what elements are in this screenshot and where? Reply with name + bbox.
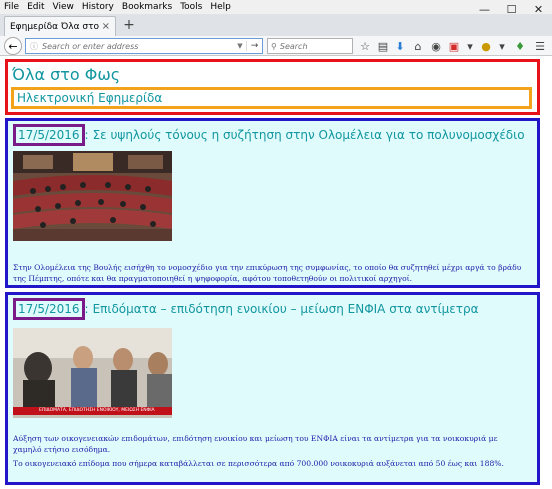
history-dropdown-icon[interactable]: ▼ bbox=[234, 42, 246, 50]
article-2-body-2: Το οικογενειακό επίδομα που σήμερα καταβ… bbox=[13, 459, 504, 468]
addon-shield-icon[interactable]: ● bbox=[478, 38, 494, 54]
search-icon: ⚲ bbox=[271, 41, 277, 51]
tab-strip: Εφημερίδα Όλα στο Φως × + bbox=[0, 14, 552, 36]
back-arrow-icon: ← bbox=[8, 39, 18, 53]
extension-icon[interactable]: ♦ bbox=[512, 38, 528, 54]
parliament-photo bbox=[13, 151, 172, 241]
menu-history[interactable]: History bbox=[82, 2, 114, 12]
article-1-body: Στην Ολομέλεια της Βουλής εισήχθη το νομ… bbox=[13, 263, 522, 283]
url-bar[interactable]: ⓘ ▼ → bbox=[25, 38, 263, 54]
hamburger-menu-icon[interactable]: ☰ bbox=[532, 38, 548, 54]
article-1-date: 17/5/2016 bbox=[13, 124, 85, 146]
tab-title: Εφημερίδα Όλα στο Φως bbox=[10, 21, 102, 32]
article-1-title: Σε υψηλούς τόνους η συζήτηση στην Ολομέλ… bbox=[92, 128, 525, 142]
url-input[interactable] bbox=[42, 41, 234, 51]
article-2: 17/5/2016 : Επιδόματα – επιδότηση ενοικί… bbox=[5, 292, 540, 485]
menu-bar: File Edit View History Bookmarks Tools H… bbox=[0, 0, 552, 14]
article-1: 17/5/2016 : Σε υψηλούς τόνους η συζήτηση… bbox=[5, 118, 540, 288]
menu-edit[interactable]: Edit bbox=[27, 2, 44, 12]
menu-view[interactable]: View bbox=[53, 2, 74, 12]
site-title: Όλα στο Φως bbox=[12, 65, 121, 84]
news-ticker: ΕΠΙΔΟΜΑΤΑ, ΕΠΙΔΟΤΗΣΗ ΕΝΟΙΚΙΟΥ, ΜΕΙΩΣΗ ΕΝ… bbox=[13, 407, 172, 415]
reading-list-icon[interactable]: ▤ bbox=[375, 38, 391, 54]
article-2-body-1: Αύξηση των οικογενειακών επιδομάτων, επι… bbox=[13, 434, 498, 454]
bookmark-star-icon[interactable]: ☆ bbox=[357, 38, 373, 54]
tab-active[interactable]: Εφημερίδα Όλα στο Φως × bbox=[4, 16, 116, 36]
article-1-colon: : bbox=[84, 128, 89, 142]
tab-close-icon[interactable]: × bbox=[102, 21, 110, 32]
search-input[interactable] bbox=[279, 41, 340, 51]
addon-dropdown-2-icon[interactable]: ▾ bbox=[494, 38, 510, 54]
menu-tools[interactable]: Tools bbox=[180, 2, 202, 12]
home-icon[interactable]: ⌂ bbox=[410, 38, 426, 54]
site-info-icon[interactable]: ⓘ bbox=[30, 41, 38, 52]
addon-dropdown-icon[interactable]: ▾ bbox=[462, 38, 478, 54]
page-content: Όλα στο Φως Ηλεκτρονική Εφημερίδα 17/5/2… bbox=[0, 56, 552, 489]
menu-file[interactable]: File bbox=[4, 2, 19, 12]
search-bar[interactable]: ⚲ bbox=[267, 38, 353, 54]
article-2-date: 17/5/2016 bbox=[13, 298, 85, 320]
subtitle-box: Ηλεκτρονική Εφημερίδα bbox=[11, 87, 532, 109]
addon-s-icon[interactable]: ▣ bbox=[446, 38, 462, 54]
site-header: Όλα στο Φως Ηλεκτρονική Εφημερίδα bbox=[5, 59, 540, 115]
back-button[interactable]: ← bbox=[4, 37, 22, 55]
navigation-bar: ← ⓘ ▼ → ⚲ ☆ ▤ ⬇ ⌂ ◉ ▣ ▾ ● ▾ ♦ ☰ bbox=[0, 36, 552, 56]
go-arrow-icon[interactable]: → bbox=[246, 41, 262, 51]
crowd-photo-image bbox=[13, 328, 172, 418]
pocket-icon[interactable]: ◉ bbox=[428, 38, 444, 54]
site-subtitle: Ηλεκτρονική Εφημερίδα bbox=[17, 91, 163, 105]
downloads-icon[interactable]: ⬇ bbox=[392, 38, 408, 54]
article-2-title: Επιδόματα – επιδότηση ενοικίου – μείωση … bbox=[92, 302, 479, 316]
new-tab-button[interactable]: + bbox=[121, 17, 137, 33]
article-1-headline: 17/5/2016 : Σε υψηλούς τόνους η συζήτηση… bbox=[13, 124, 525, 146]
menu-bookmarks[interactable]: Bookmarks bbox=[122, 2, 172, 12]
article-2-headline: 17/5/2016 : Επιδόματα – επιδότηση ενοικί… bbox=[13, 298, 479, 320]
menu-help[interactable]: Help bbox=[210, 2, 231, 12]
crowd-photo: ΕΠΙΔΟΜΑΤΑ, ΕΠΙΔΟΤΗΣΗ ΕΝΟΙΚΙΟΥ, ΜΕΙΩΣΗ ΕΝ… bbox=[13, 328, 172, 418]
article-2-colon: : bbox=[84, 302, 89, 316]
